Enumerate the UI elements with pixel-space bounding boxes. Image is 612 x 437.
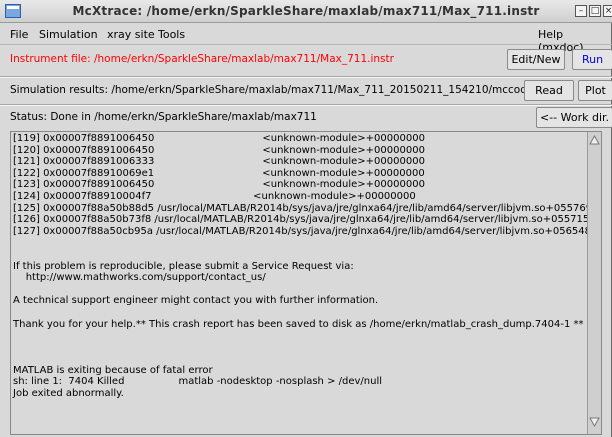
menu-xray-site[interactable]: xray site — [107, 28, 155, 41]
log-line: http://www.mathworks.com/support/contact… — [13, 272, 266, 284]
vertical-scrollbar[interactable] — [587, 132, 601, 434]
window-title: McXtrace: /home/erkn/SparkleShare/maxlab… — [72, 4, 540, 18]
scroll-down-arrow-icon[interactable] — [589, 416, 600, 428]
log-line: [121] 0x00007f8891006333 <unknown-module… — [13, 156, 425, 168]
log-line: [127] 0x00007f88a50cb95a /usr/local/MATL… — [13, 225, 602, 237]
edit-new-button[interactable]: Edit/New — [507, 49, 565, 70]
instrument-file-label: Instrument file: /home/erkn/SparkleShare… — [10, 53, 394, 65]
run-button[interactable]: Run — [572, 49, 612, 70]
title-bar[interactable]: McXtrace: /home/erkn/SparkleShare/maxlab… — [0, 0, 612, 23]
menu-file[interactable]: File — [10, 28, 28, 41]
log-line: [126] 0x00007f88a50b73f8 /usr/local/MATL… — [13, 214, 602, 226]
log-line: [122] 0x00007f88910069e1 <unknown-module… — [13, 167, 425, 179]
close-icon[interactable]: × — [603, 5, 612, 17]
log-line: [119] 0x00007f8891006450 <unknown-module… — [13, 133, 425, 144]
minimize-icon[interactable]: – — [575, 5, 587, 17]
log-line: [124] 0x00007f88910004f7 <unknown-module… — [13, 190, 416, 202]
maximize-icon[interactable]: □ — [589, 5, 601, 17]
mcxtrace-window: McXtrace: /home/erkn/SparkleShare/maxlab… — [0, 0, 612, 437]
simulation-row: Simulation results: /home/erkn/SparkleSh… — [0, 78, 612, 104]
log-line: MATLAB is exiting because of fatal error — [13, 364, 213, 376]
log-line: sh: line 1: 7404 Killed matlab -nodeskto… — [13, 376, 383, 388]
log-line: Job exited abnormally. — [13, 388, 124, 400]
work-dir-button[interactable]: <-- Work dir. — [536, 107, 612, 128]
instrument-row: Instrument file: /home/erkn/SparkleShare… — [0, 45, 612, 75]
read-button[interactable]: Read — [524, 80, 574, 101]
status-label: Status: Done in /home/erkn/SparkleShare/… — [10, 111, 317, 123]
log-line: [125] 0x00007f88a50b88d5 /usr/local/MATL… — [13, 202, 602, 214]
menu-tools[interactable]: Tools — [158, 28, 185, 41]
log-line: [123] 0x00007f8891006450 <unknown-module… — [13, 179, 425, 191]
menu-bar: File Simulation xray site Tools Help (mx… — [0, 23, 612, 54]
log-text: [119] 0x00007f8891006450 <unknown-module… — [13, 133, 602, 400]
log-line: Thank you for your help.** This crash re… — [13, 318, 584, 330]
log-line: [120] 0x00007f8891006450 <unknown-module… — [13, 144, 425, 156]
log-line: A technical support engineer might conta… — [13, 295, 379, 307]
scroll-up-arrow-icon[interactable] — [589, 134, 600, 146]
output-log[interactable]: [119] 0x00007f8891006450 <unknown-module… — [10, 131, 602, 435]
menu-simulation[interactable]: Simulation — [39, 28, 98, 41]
status-row: Status: Done in /home/erkn/SparkleShare/… — [0, 106, 612, 130]
simulation-results-label: Simulation results: /home/erkn/SparkleSh… — [10, 84, 556, 96]
plot-button[interactable]: Plot — [578, 80, 612, 101]
log-line: If this problem is reproducible, please … — [13, 260, 354, 272]
